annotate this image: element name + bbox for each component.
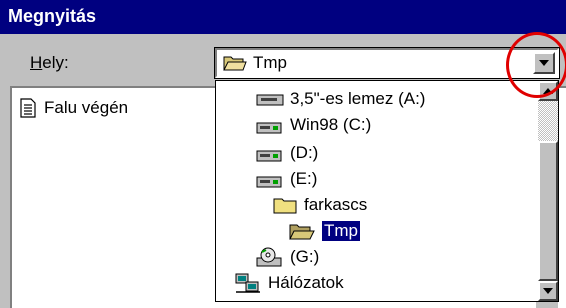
open-folder-icon [223,54,247,77]
dropdown-item-label: (G:) [290,247,320,266]
highlight-circle [506,32,566,98]
dropdown-item-label: (D:) [290,143,319,162]
file-name: Falu végén [44,98,129,117]
dropdown-item-label: 3,5"-es lemez (A:) [290,89,426,108]
dropdown-item-label: Win98 (C:) [290,115,372,134]
chevron-down-icon [543,288,553,294]
dropdown-item-e[interactable]: (E:) [256,167,317,191]
text-document-icon [20,98,36,118]
cd-drive-icon [256,247,282,267]
network-icon [235,273,260,293]
dropdown-item-farkascs[interactable]: farkascs [272,193,367,217]
dropdown-item-label: Tmp [322,221,360,241]
dropdown-item-c[interactable]: Win98 (C:) [256,113,371,137]
hard-drive-icon [256,122,282,134]
list-item[interactable]: Falu végén [20,98,128,118]
folder-icon [273,198,297,214]
scroll-thumb[interactable] [538,141,558,281]
dropdown-item-label: Hálózatok [268,273,344,292]
hard-drive-icon [256,176,282,188]
open-dialog: Megnyitás Hely: Tmp Falu végén 3,5"-es l… [0,0,566,308]
dropdown-item-label: farkascs [304,195,368,214]
location-label: Hely: [30,53,69,73]
dropdown-item-g[interactable]: (G:) [256,245,319,269]
floppy-drive-icon [256,94,284,106]
open-folder-icon [289,224,315,240]
location-label-rest: ely: [42,53,69,72]
title-bar: Megnyitás [0,0,566,34]
dropdown-item-d[interactable]: (D:) [256,141,318,165]
hard-drive-icon [256,150,282,162]
location-dropdown-list[interactable]: 3,5"-es lemez (A:) Win98 (C:) (D:) (E:) … [215,80,559,302]
location-label-accesskey: H [30,53,43,72]
dropdown-item-floppy[interactable]: 3,5"-es lemez (A:) [256,87,425,111]
dropdown-scrollbar[interactable] [538,81,558,301]
location-combo-value: Tmp [253,53,287,72]
scroll-down-button[interactable] [538,281,558,301]
dropdown-item-tmp[interactable]: Tmp [288,219,360,243]
dropdown-item-label: (E:) [290,169,318,188]
window-title: Megnyitás [8,6,97,26]
dropdown-item-network[interactable]: Hálózatok [234,271,344,295]
